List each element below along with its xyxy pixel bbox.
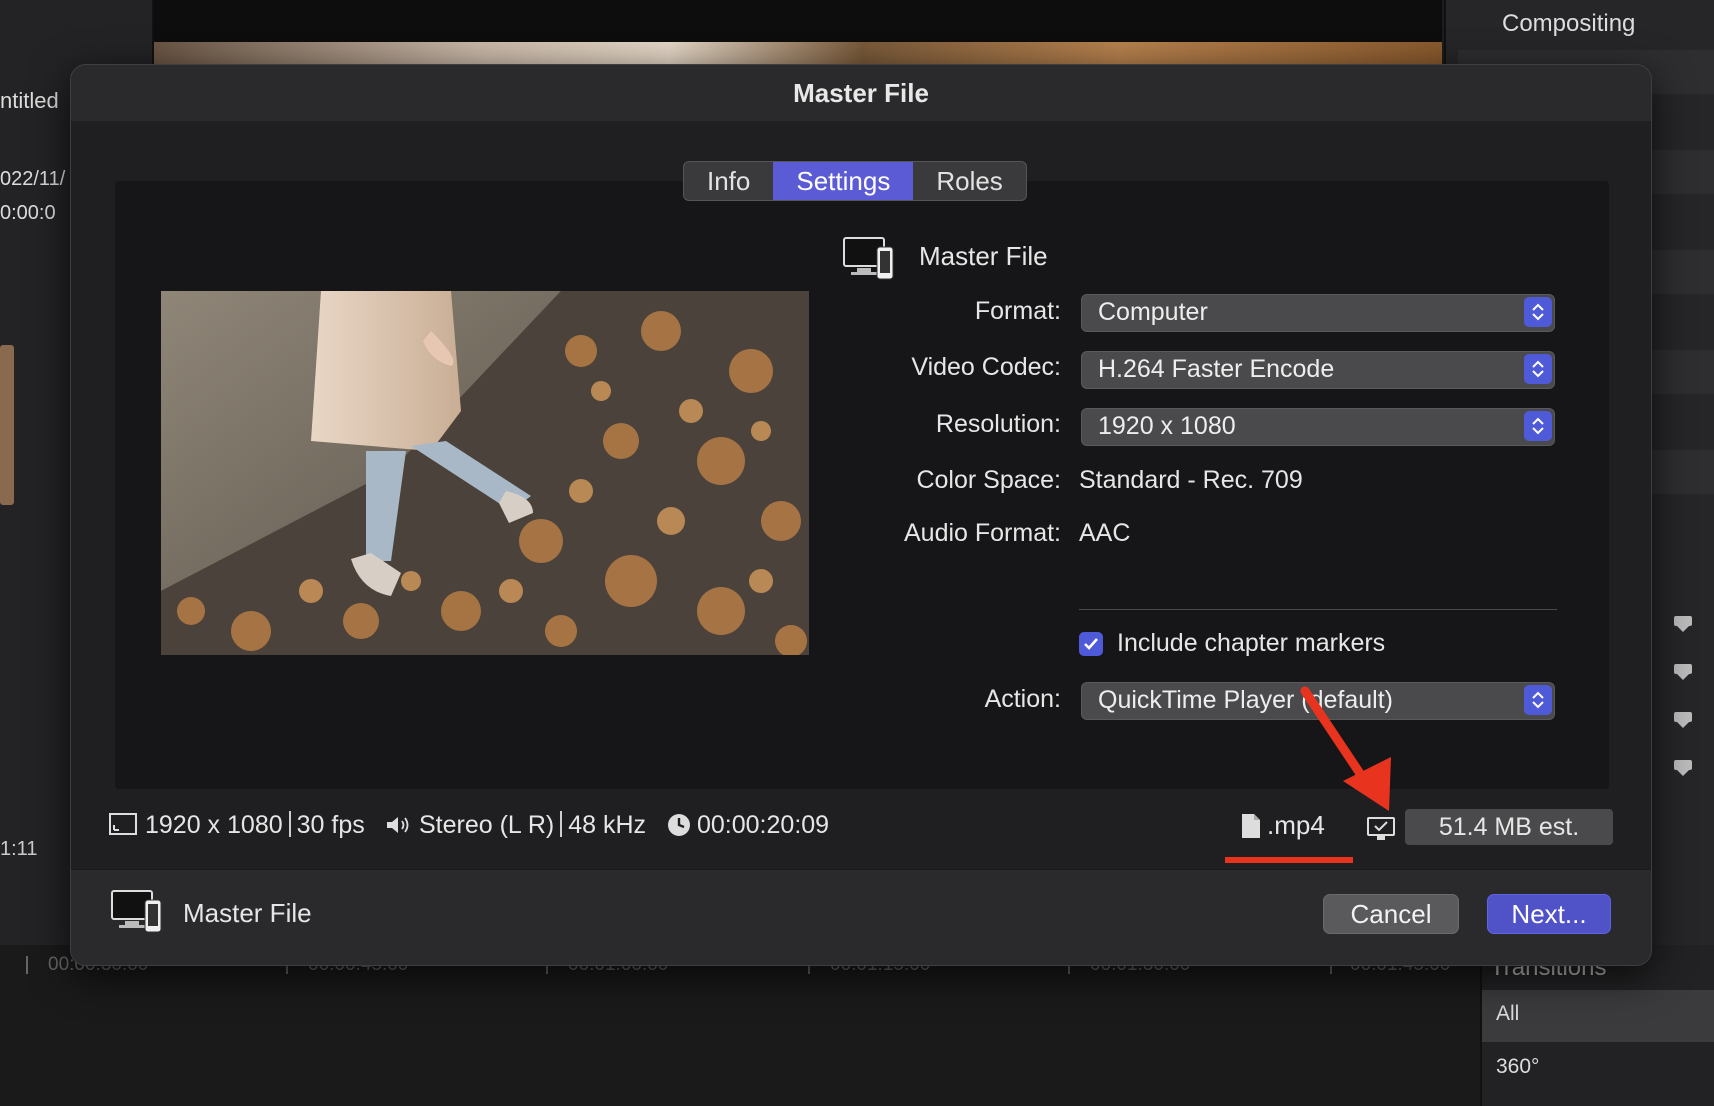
video-preview-thumbnail	[161, 291, 809, 655]
popup-chevron-icon	[1524, 685, 1552, 715]
resolution-select[interactable]: 1920 x 1080	[1081, 408, 1555, 446]
clock-icon	[667, 813, 691, 844]
preview-image	[161, 291, 809, 655]
color-space-value: Standard - Rec. 709	[1079, 466, 1303, 494]
speaker-icon	[385, 814, 411, 843]
annotation-underline	[1225, 857, 1353, 863]
action-label: Action:	[984, 685, 1061, 713]
keyframe-marker-icon[interactable]	[1674, 760, 1692, 776]
footer-destination-name: Master File	[183, 898, 312, 928]
tab-info[interactable]: Info	[684, 162, 773, 200]
keyframe-marker-icon[interactable]	[1674, 712, 1692, 728]
summary-frame-rate: 30 fps	[296, 811, 365, 839]
checkmark-icon	[1084, 638, 1098, 650]
next-button[interactable]: Next...	[1487, 894, 1611, 934]
keyframe-marker-icon[interactable]	[1674, 664, 1692, 680]
divider	[560, 811, 563, 837]
computer-device-icon	[843, 237, 895, 281]
compatibility-monitor-icon[interactable]	[1367, 817, 1395, 846]
summary-audio-channels: Stereo (L R)	[419, 811, 555, 839]
project-date-fragment: 022/11/	[0, 168, 66, 190]
dialog-footer: Master File Cancel Next...	[71, 869, 1651, 965]
format-label: Format:	[974, 297, 1061, 325]
popup-chevron-icon	[1524, 297, 1552, 327]
transitions-category-all[interactable]: All	[1482, 990, 1714, 1042]
share-dialog: Master File Info Settings Roles Master F…	[70, 64, 1652, 966]
project-thumbnail	[0, 345, 14, 505]
computer-device-icon	[111, 890, 163, 939]
playhead-time-fragment: 1:11	[0, 838, 38, 860]
video-codec-value: H.264 Faster Encode	[1098, 355, 1335, 383]
format-value: Computer	[1098, 298, 1208, 326]
frame-size-icon	[109, 813, 137, 842]
separator	[1079, 609, 1557, 610]
video-codec-label: Video Codec:	[911, 353, 1061, 381]
popup-chevron-icon	[1524, 411, 1552, 441]
destination-name: Master File	[919, 241, 1048, 271]
popup-chevron-icon	[1524, 354, 1552, 384]
tab-roles[interactable]: Roles	[913, 162, 1025, 200]
chapter-markers-label[interactable]: Include chapter markers	[1117, 629, 1385, 658]
tab-bar: Info Settings Roles	[683, 161, 1027, 201]
transitions-category-360[interactable]: 360°	[1496, 1055, 1539, 1079]
audio-format-label: Audio Format:	[903, 519, 1061, 547]
annotation-arrow-icon	[1300, 686, 1391, 811]
file-icon	[1241, 813, 1261, 844]
divider	[288, 811, 291, 837]
transitions-category-label: All	[1496, 1002, 1520, 1025]
estimated-size: 51.4 MB est.	[1405, 809, 1613, 845]
resolution-value: 1920 x 1080	[1098, 412, 1236, 440]
summary-sample-rate: 48 kHz	[568, 811, 647, 839]
chapter-markers-checkbox[interactable]	[1079, 632, 1103, 656]
tab-settings[interactable]: Settings	[773, 162, 914, 200]
video-codec-select[interactable]: H.264 Faster Encode	[1081, 351, 1555, 389]
cancel-button[interactable]: Cancel	[1323, 894, 1459, 934]
project-time-fragment: 0:00:0	[0, 202, 56, 224]
project-title-fragment: ntitled	[0, 88, 59, 113]
keyframe-marker-icon[interactable]	[1674, 616, 1692, 632]
color-space-label: Color Space:	[916, 466, 1061, 494]
audio-format-value: AAC	[1079, 519, 1131, 547]
viewer-topbar	[154, 0, 1442, 44]
dialog-title: Master File	[793, 78, 929, 108]
format-select[interactable]: Computer	[1081, 294, 1555, 332]
summary-duration: 00:00:20:09	[697, 811, 830, 839]
resolution-label: Resolution:	[935, 410, 1061, 438]
summary-resolution: 1920 x 1080	[145, 811, 283, 839]
inspector-title: Compositing	[1502, 10, 1636, 37]
